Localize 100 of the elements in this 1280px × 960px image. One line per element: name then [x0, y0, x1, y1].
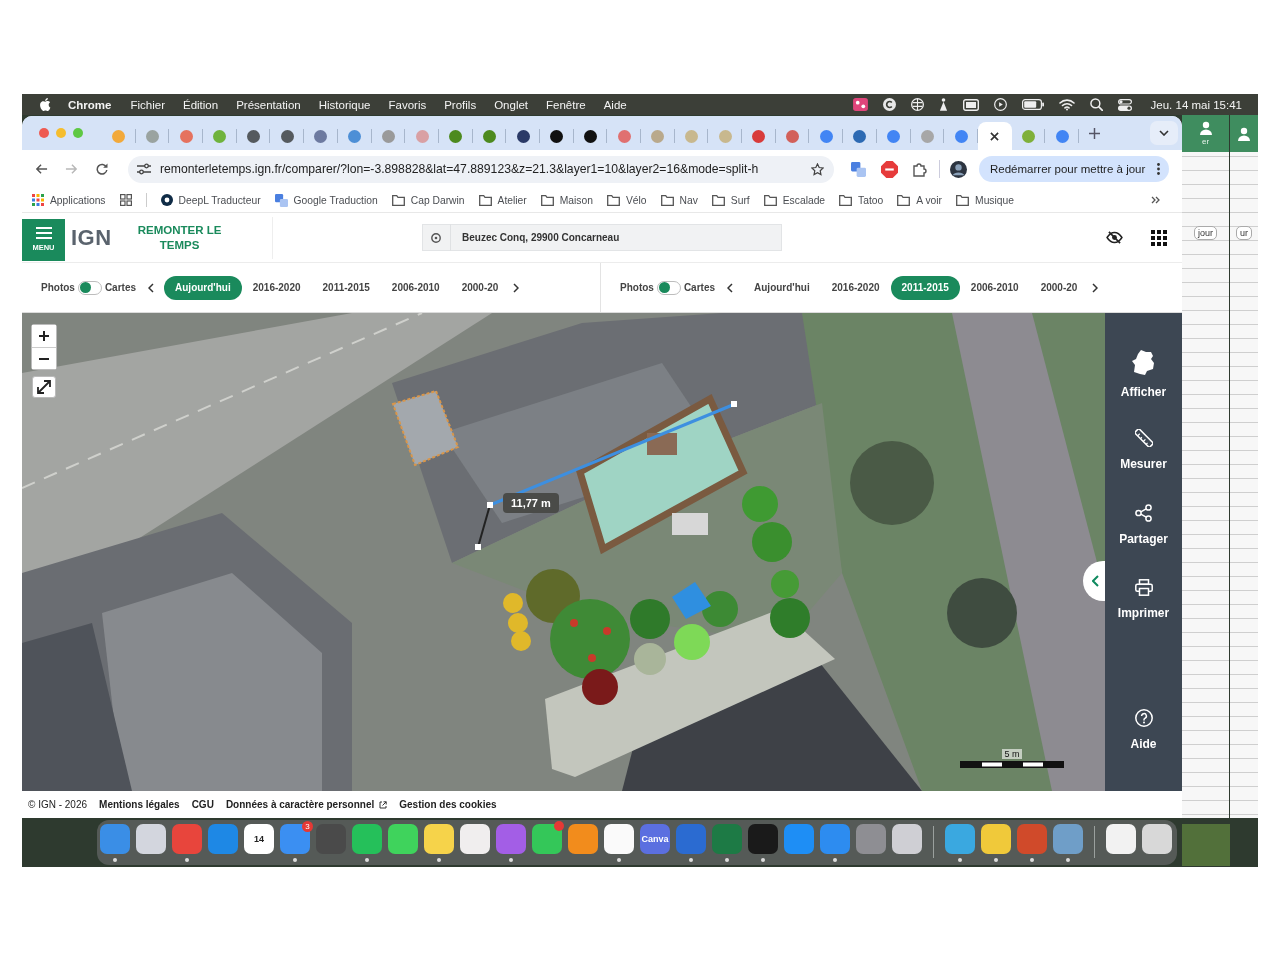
footer-link[interactable]: Données à caractère personnel: [225, 799, 388, 810]
app-icon[interactable]: [981, 824, 1011, 854]
display-icon[interactable]: [962, 98, 979, 111]
app-icon[interactable]: [388, 824, 418, 854]
menu-item[interactable]: Profils: [444, 98, 477, 111]
menu-item[interactable]: Fichier: [130, 98, 165, 111]
app-menu[interactable]: Chrome: [68, 98, 112, 111]
menu-item[interactable]: Édition: [182, 98, 219, 111]
sidebar-button[interactable]: Imprimer: [1105, 562, 1182, 637]
play-circle-icon[interactable]: [993, 98, 1007, 111]
overlapping-squares-icon[interactable]: [851, 161, 866, 177]
chevron-left-icon[interactable]: [148, 282, 155, 293]
eye-off-icon[interactable]: [1106, 231, 1123, 244]
dice-icon[interactable]: [852, 98, 868, 111]
bookmark[interactable]: Maison: [540, 194, 593, 206]
sidebar-button[interactable]: Partager: [1105, 487, 1182, 562]
window-button[interactable]: jour: [1194, 226, 1217, 240]
fullscreen-button[interactable]: [32, 376, 56, 398]
chevron-right-icon[interactable]: [513, 282, 520, 293]
menu-item[interactable]: Présentation: [236, 98, 301, 111]
close-icon[interactable]: [990, 131, 1000, 141]
app-icon[interactable]: [460, 824, 490, 854]
plus-icon[interactable]: [1088, 127, 1100, 139]
toggle-switch[interactable]: [656, 280, 681, 295]
year-tab[interactable]: 2006-2010: [380, 275, 451, 300]
back-arrow-icon[interactable]: [35, 163, 48, 175]
bookmark[interactable]: Nav: [660, 194, 698, 206]
aerial-map-drawing[interactable]: [22, 313, 1105, 791]
tab-search-button[interactable]: [1150, 121, 1178, 145]
bookmark[interactable]: Musique: [956, 194, 1014, 206]
footer-link[interactable]: Mentions légales: [99, 799, 180, 810]
footer-link[interactable]: CGU: [191, 799, 214, 810]
avatar-icon[interactable]: [950, 160, 967, 178]
zoom-out-button[interactable]: [32, 347, 56, 369]
app-icon[interactable]: [352, 824, 382, 854]
app-icon[interactable]: [532, 824, 562, 854]
toggle-switch[interactable]: [77, 280, 102, 295]
wifi-icon[interactable]: [1058, 98, 1075, 111]
apps-grid-icon[interactable]: [1151, 229, 1167, 246]
grid-icon[interactable]: [119, 194, 132, 206]
bookmark[interactable]: Vélo: [606, 194, 647, 206]
c-circle-icon[interactable]: [882, 98, 896, 111]
sidebar-button[interactable]: Aide: [1105, 692, 1182, 767]
bookmark[interactable]: Cap Darwin: [391, 194, 465, 206]
chevron-right-icon[interactable]: [1092, 282, 1099, 293]
year-tab[interactable]: 2016-2020: [241, 275, 312, 300]
menu-item[interactable]: Aide: [603, 98, 627, 111]
stop-sign-icon[interactable]: [881, 160, 898, 178]
app-icon[interactable]: [424, 824, 454, 854]
logo-text[interactable]: IGN: [71, 224, 112, 251]
close-window-icon[interactable]: [39, 128, 49, 138]
year-tab[interactable]: Aujourd'hui: [743, 275, 821, 300]
menu-item[interactable]: Fenêtre: [546, 98, 586, 111]
sidebar-button[interactable]: Mesurer: [1105, 412, 1182, 487]
control-center-icon[interactable]: [1117, 98, 1132, 111]
year-tab[interactable]: 2000-20: [450, 275, 510, 300]
clock[interactable]: Jeu. 14 mai 15:41: [1150, 98, 1242, 111]
app-icon[interactable]: [136, 824, 166, 854]
sliders-icon[interactable]: [137, 163, 151, 175]
bookmark[interactable]: Tatoo: [839, 194, 884, 206]
year-tab[interactable]: 2006-2010: [959, 275, 1030, 300]
window-button[interactable]: ur: [1236, 226, 1252, 240]
app-icon[interactable]: Canva: [640, 824, 670, 854]
double-chevron-icon[interactable]: [1151, 196, 1160, 204]
app-icon[interactable]: [892, 824, 922, 854]
globe-icon[interactable]: [910, 98, 924, 111]
update-button[interactable]: Redémarrer pour mettre à jour: [979, 156, 1170, 182]
menu-item[interactable]: Favoris: [388, 98, 427, 111]
bookmark[interactable]: Applications: [32, 194, 106, 206]
bookmark[interactable]: Google Traduction: [274, 193, 378, 207]
year-tab[interactable]: 2000-20: [1029, 275, 1089, 300]
chevron-left-icon[interactable]: [727, 282, 734, 293]
year-tab[interactable]: 2016-2020: [820, 275, 891, 300]
puzzle-icon[interactable]: [913, 161, 927, 177]
apple-icon[interactable]: [40, 98, 51, 111]
star-icon[interactable]: [811, 162, 824, 176]
bookmark[interactable]: A voir: [897, 194, 943, 206]
menu-item[interactable]: Onglet: [494, 98, 529, 111]
search-field[interactable]: Beuzec Conq, 29900 Concarneau: [422, 224, 782, 251]
pawn-icon[interactable]: [938, 98, 948, 111]
bookmark[interactable]: DeepL Traducteur: [160, 194, 261, 206]
menu-item[interactable]: Historique: [318, 98, 371, 111]
target-icon[interactable]: [431, 232, 441, 243]
app-icon[interactable]: [1106, 824, 1136, 854]
bookmark[interactable]: Escalade: [763, 194, 826, 206]
search-icon[interactable]: [1089, 98, 1103, 111]
bookmark[interactable]: Surf: [711, 194, 750, 206]
app-icon[interactable]: [604, 824, 634, 854]
app-icon[interactable]: [568, 824, 598, 854]
bookmark[interactable]: Atelier: [478, 194, 527, 206]
year-tab[interactable]: 2011-2015: [890, 275, 960, 300]
address-bar[interactable]: remonterletemps.ign.fr/comparer/?lon=-3.898828&lat=47.889123&z=21.3&layer1=10&layer2=16&mode=split-h: [128, 155, 834, 183]
battery-icon[interactable]: [1021, 99, 1044, 110]
year-tab[interactable]: Aujourd'hui: [164, 275, 242, 300]
sidebar-button[interactable]: Afficher: [1105, 337, 1182, 412]
footer-link[interactable]: Gestion des cookies: [399, 799, 497, 810]
reload-icon[interactable]: [96, 163, 108, 175]
year-tab[interactable]: 2011-2015: [311, 275, 381, 300]
app-icon[interactable]: [1142, 824, 1172, 854]
app-icon[interactable]: 14: [244, 824, 274, 854]
